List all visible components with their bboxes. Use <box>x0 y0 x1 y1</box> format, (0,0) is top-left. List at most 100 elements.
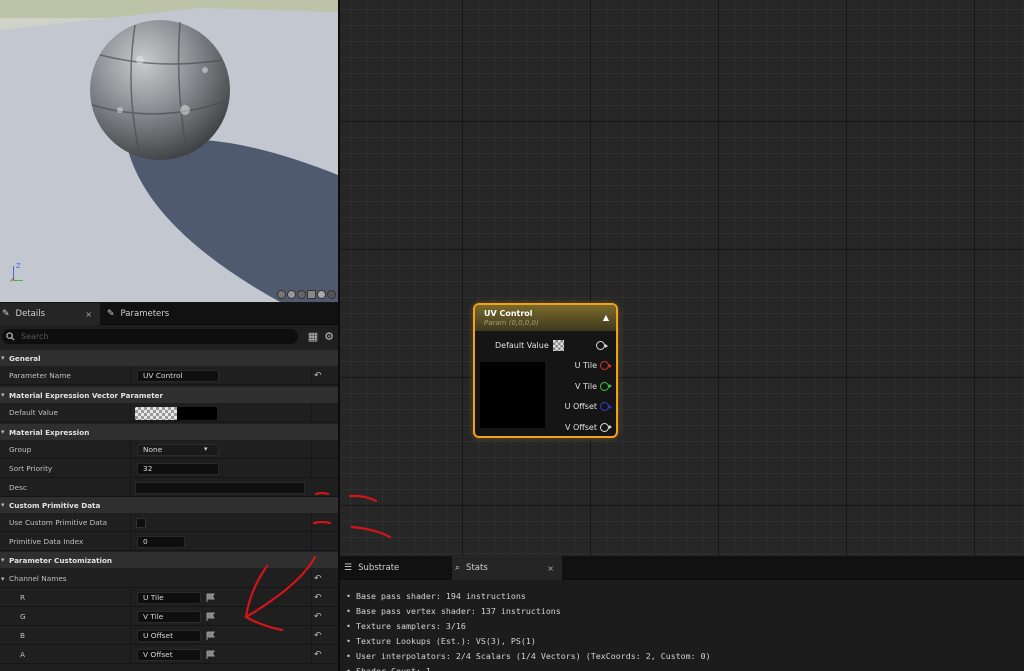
prop-label: Primitive Data Index <box>9 537 84 546</box>
output-pin-row[interactable]: U Offset <box>564 402 612 411</box>
reset-icon[interactable]: ↶ <box>314 612 322 622</box>
preview-sphere-icon[interactable] <box>287 290 296 299</box>
category-general[interactable]: ▾ General <box>0 350 338 366</box>
default-value-row: Default Value <box>495 340 564 351</box>
prop-label: Use Custom Primitive Data <box>9 518 108 527</box>
preview-teapot-icon[interactable] <box>327 290 336 299</box>
category-custom-primitive-data[interactable]: ▾ Custom Primitive Data <box>0 497 338 513</box>
node-preview-thumbnail <box>480 362 545 428</box>
tab-parameters-label: Parameters <box>120 309 170 319</box>
preview-plane-icon[interactable] <box>297 290 306 299</box>
chevron-down-icon[interactable]: ▾ <box>1 575 5 583</box>
channel-label: R <box>20 593 26 602</box>
stat-line: Shader Count: 1 <box>346 666 431 671</box>
axis-gizmo: Z <box>10 262 30 286</box>
desc-input[interactable] <box>135 481 305 494</box>
reset-icon[interactable]: ↶ <box>314 371 322 381</box>
node-header[interactable]: UV Control Param (0,0,0,0) ▲ <box>475 305 616 331</box>
prop-group: Group None ▾ <box>0 441 338 459</box>
search-input[interactable] <box>21 332 271 341</box>
flag-icon[interactable] <box>206 593 216 603</box>
channel-row: B U Offset ↶ <box>0 627 338 645</box>
output-pin-rgba[interactable] <box>596 341 608 350</box>
prop-primitive-data-index: Primitive Data Index 0 <box>0 533 338 551</box>
stat-line: User interpolators: 2/4 Scalars (1/4 Vec… <box>346 651 711 661</box>
flag-icon[interactable] <box>206 631 216 641</box>
prop-label: Desc <box>9 483 27 492</box>
channel-row: G V Tile ↶ <box>0 608 338 626</box>
collapse-icon[interactable]: ▲ <box>603 313 609 322</box>
reset-icon[interactable]: ↶ <box>314 650 322 660</box>
tab-substrate[interactable]: ☰ Substrate <box>344 556 444 580</box>
search-icon <box>6 332 15 341</box>
channel-row: R U Tile ↶ <box>0 589 338 607</box>
stat-line: Texture samplers: 3/16 <box>346 621 466 631</box>
preview-scene <box>0 0 338 302</box>
prop-default-value: Default Value <box>0 404 338 422</box>
reset-icon[interactable]: ↶ <box>314 593 322 603</box>
chevron-down-icon: ▾ <box>1 556 5 564</box>
table-view-icon[interactable]: ▦ <box>307 331 319 343</box>
details-tabbar: ✎ Details × ✎ Parameters <box>0 303 338 325</box>
chevron-down-icon: ▾ <box>1 428 5 436</box>
preview-cylinder-icon[interactable] <box>277 290 286 299</box>
details-search[interactable] <box>2 329 298 344</box>
sort-priority-input[interactable]: 32 <box>137 462 219 475</box>
prop-label: Channel Names <box>9 574 67 583</box>
prop-label: Sort Priority <box>9 464 53 473</box>
output-pin-icon[interactable] <box>600 361 612 370</box>
group-value: None <box>143 444 163 454</box>
output-pin-row[interactable]: U Tile <box>574 361 612 370</box>
output-pin-label: V Tile <box>574 381 597 391</box>
material-graph-canvas[interactable] <box>340 0 1024 556</box>
channel-name-input[interactable]: V Tile <box>137 610 201 623</box>
flag-icon[interactable] <box>206 612 216 622</box>
tab-stats[interactable]: ⌕ Stats × <box>452 556 562 580</box>
category-parameter-customization[interactable]: ▾ Parameter Customization <box>0 552 338 568</box>
output-pin-row[interactable]: V Tile <box>574 381 612 391</box>
prop-parameter-name: Parameter Name UV Control ↶ <box>0 367 338 385</box>
category-vector-parameter[interactable]: ▾ Material Expression Vector Parameter <box>0 387 338 403</box>
default-value-color-swatch[interactable] <box>135 407 217 420</box>
tab-parameters[interactable]: ✎ Parameters <box>104 303 204 325</box>
preview-cube-icon[interactable] <box>307 290 316 299</box>
close-icon[interactable]: × <box>85 310 92 319</box>
reset-icon[interactable]: ↶ <box>314 631 322 641</box>
gear-icon[interactable]: ⚙ <box>323 331 335 343</box>
prop-channel-names: ▾ Channel Names ↶ <box>0 570 338 588</box>
chevron-down-icon: ▾ <box>1 501 5 509</box>
uv-control-node[interactable]: UV Control Param (0,0,0,0) ▲ Default Val… <box>473 303 618 438</box>
primitive-index-input[interactable]: 0 <box>137 535 185 548</box>
output-pin-row[interactable]: V Offset <box>565 422 612 432</box>
output-pin-icon[interactable] <box>600 402 612 411</box>
output-pin-label: U Tile <box>574 361 597 370</box>
channel-name-input[interactable]: U Tile <box>137 591 201 604</box>
parameter-name-input[interactable]: UV Control <box>137 369 219 382</box>
chevron-down-icon: ▾ <box>204 445 208 453</box>
preview-shape-buttons[interactable] <box>277 290 336 299</box>
panel-splitter[interactable] <box>338 0 340 671</box>
node-title: UV Control <box>484 309 533 318</box>
prop-label: Group <box>9 445 32 454</box>
channel-name-input[interactable]: V Offset <box>137 648 201 661</box>
flag-icon[interactable] <box>206 650 216 660</box>
preview-mesh-icon[interactable] <box>317 290 326 299</box>
channel-label: G <box>20 612 26 621</box>
close-icon[interactable]: × <box>547 564 554 573</box>
category-material-expression[interactable]: ▾ Material Expression <box>0 424 338 440</box>
default-value-swatch[interactable] <box>552 340 564 351</box>
tab-details[interactable]: ✎ Details × <box>0 303 100 325</box>
chevron-down-icon: ▾ <box>1 354 5 362</box>
category-label: Material Expression <box>9 427 90 437</box>
chevron-down-icon: ▾ <box>1 391 5 399</box>
output-pin-icon[interactable] <box>600 381 612 391</box>
list-icon: ☰ <box>344 563 353 573</box>
channel-name-input[interactable]: U Offset <box>137 629 201 642</box>
reset-icon[interactable]: ↶ <box>314 574 322 584</box>
use-custom-primitive-checkbox[interactable] <box>136 518 146 528</box>
output-pin-icon[interactable] <box>600 422 612 432</box>
output-pin-label: U Offset <box>564 402 597 411</box>
material-preview-viewport[interactable]: Z <box>0 0 338 302</box>
channel-label: A <box>20 650 25 659</box>
pencil-icon: ✎ <box>107 309 115 319</box>
